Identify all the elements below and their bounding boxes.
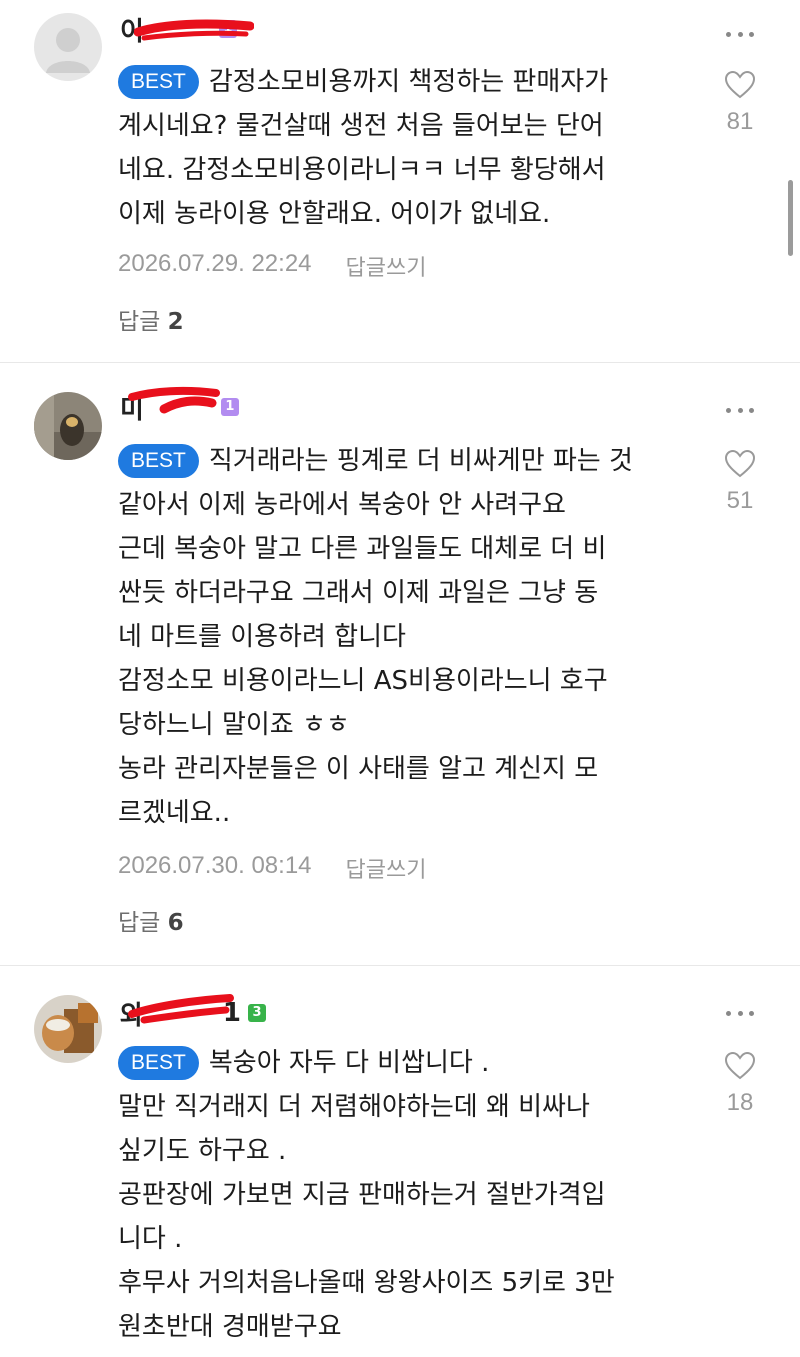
like-count: 81 <box>726 108 754 135</box>
comment-line: 같아서 이제 농라에서 복숭아 안 사려구요 <box>118 490 566 520</box>
comment-line: 계시네요? 물건살때 생전 처음 들어보는 단어 <box>118 111 604 141</box>
comment-line: 근데 복숭아 말고 다른 과일들도 대체로 더 비 <box>118 534 607 564</box>
replies-count: 2 <box>167 309 184 335</box>
comment-line: 르겠네요.. <box>118 798 231 828</box>
level-badge: 3 <box>248 1004 267 1022</box>
comment-line: 공판장에 가보면 지금 판매하는거 절반가격입 <box>118 1180 606 1210</box>
like-button[interactable]: 51 <box>718 449 762 515</box>
comment-line: 감정소모비용까지 책정하는 판매자가 <box>208 67 609 97</box>
default-avatar-icon <box>34 13 102 81</box>
redaction-scribble <box>128 386 220 414</box>
like-count: 51 <box>726 487 754 514</box>
like-button[interactable]: 18 <box>718 1051 762 1117</box>
comment-line: 이제 농라이용 안할래요. 어이가 없네요. <box>118 199 551 229</box>
comment-line: 복숭아 자두 다 비쌉니다 . <box>208 1048 490 1078</box>
replies-toggle[interactable]: 답글 2 <box>118 302 184 336</box>
heart-icon <box>724 1051 756 1080</box>
comment-text: BEST 복숭아 자두 다 비쌉니다 . 말만 직거래지 더 저렴해야하는데 왜 … <box>118 1041 698 1349</box>
best-badge: BEST <box>118 444 199 478</box>
divider <box>0 965 800 966</box>
comment-text: BEST 감정소모비용까지 책정하는 판매자가 계시네요? 물건살때 생전 처음 … <box>118 60 698 236</box>
replies-label: 답글 <box>118 309 161 335</box>
more-icon[interactable] <box>726 1008 754 1018</box>
timestamp: 2026.07.30. 08:14 <box>118 852 312 879</box>
comment-line: 니다 . <box>118 1224 183 1254</box>
avatar[interactable] <box>34 13 102 81</box>
best-badge: BEST <box>118 65 199 99</box>
comment-line: 농라 관리자분들은 이 사태를 알고 계신지 모 <box>118 754 599 784</box>
comment-line: 감정소모 비용이라느니 AS비용이라느니 호구 <box>118 666 608 696</box>
comment-line: 네 마트를 이용하려 합니다 <box>118 622 406 652</box>
replies-toggle[interactable]: 답글 6 <box>118 903 184 937</box>
divider <box>0 362 800 363</box>
comment-text: BEST 직거래라는 핑계로 더 비싸게만 파는 것 같아서 이제 농라에서 복숭… <box>118 439 698 835</box>
comment-line: 싼듯 하더라구요 그래서 이제 과일은 그냥 동 <box>118 578 599 608</box>
photo-avatar-icon <box>34 995 102 1063</box>
reply-write-button[interactable]: 답글쓰기 <box>346 852 427 884</box>
photo-avatar-icon <box>34 392 102 460</box>
comment-line: 원초반대 경매받구요 <box>118 1312 342 1342</box>
comment-line: 싶기도 하구요 . <box>118 1136 287 1166</box>
redaction-scribble <box>128 994 234 1024</box>
like-button[interactable]: 81 <box>718 70 762 136</box>
avatar[interactable] <box>34 995 102 1063</box>
scrollbar[interactable] <box>788 180 793 256</box>
author[interactable]: 이 1 <box>120 12 254 47</box>
like-count: 18 <box>726 1089 754 1116</box>
comment-line: 후무사 거의처음나올때 왕왕사이즈 5키로 3만 <box>118 1268 615 1298</box>
comment-line: 말만 직거래지 더 저렴해야하는데 왜 비싸나 <box>118 1092 590 1122</box>
heart-icon <box>724 70 756 99</box>
comment-line: 당하느니 말이죠 ㅎㅎ <box>118 710 350 740</box>
comment-meta: 2026.07.30. 08:14 답글쓰기 <box>118 852 426 884</box>
comment-line: 네요. 감정소모비용이라니ㅋㅋ 너무 황당해서 <box>118 155 606 185</box>
author[interactable]: 와 1 3 <box>120 994 267 1031</box>
avatar[interactable] <box>34 392 102 460</box>
comment-line: 직거래라는 핑계로 더 비싸게만 파는 것 <box>208 446 633 476</box>
comment-meta: 2026.07.29. 22:24 답글쓰기 <box>118 250 426 282</box>
replies-count: 6 <box>167 910 184 936</box>
best-badge: BEST <box>118 1046 199 1080</box>
timestamp: 2026.07.29. 22:24 <box>118 250 312 277</box>
reply-write-button[interactable]: 답글쓰기 <box>346 250 427 282</box>
more-icon[interactable] <box>726 405 754 415</box>
heart-icon <box>724 449 756 478</box>
author[interactable]: 미 1 <box>120 386 239 425</box>
replies-label: 답글 <box>118 910 161 936</box>
redaction-scribble <box>134 19 254 41</box>
more-icon[interactable] <box>726 29 754 39</box>
